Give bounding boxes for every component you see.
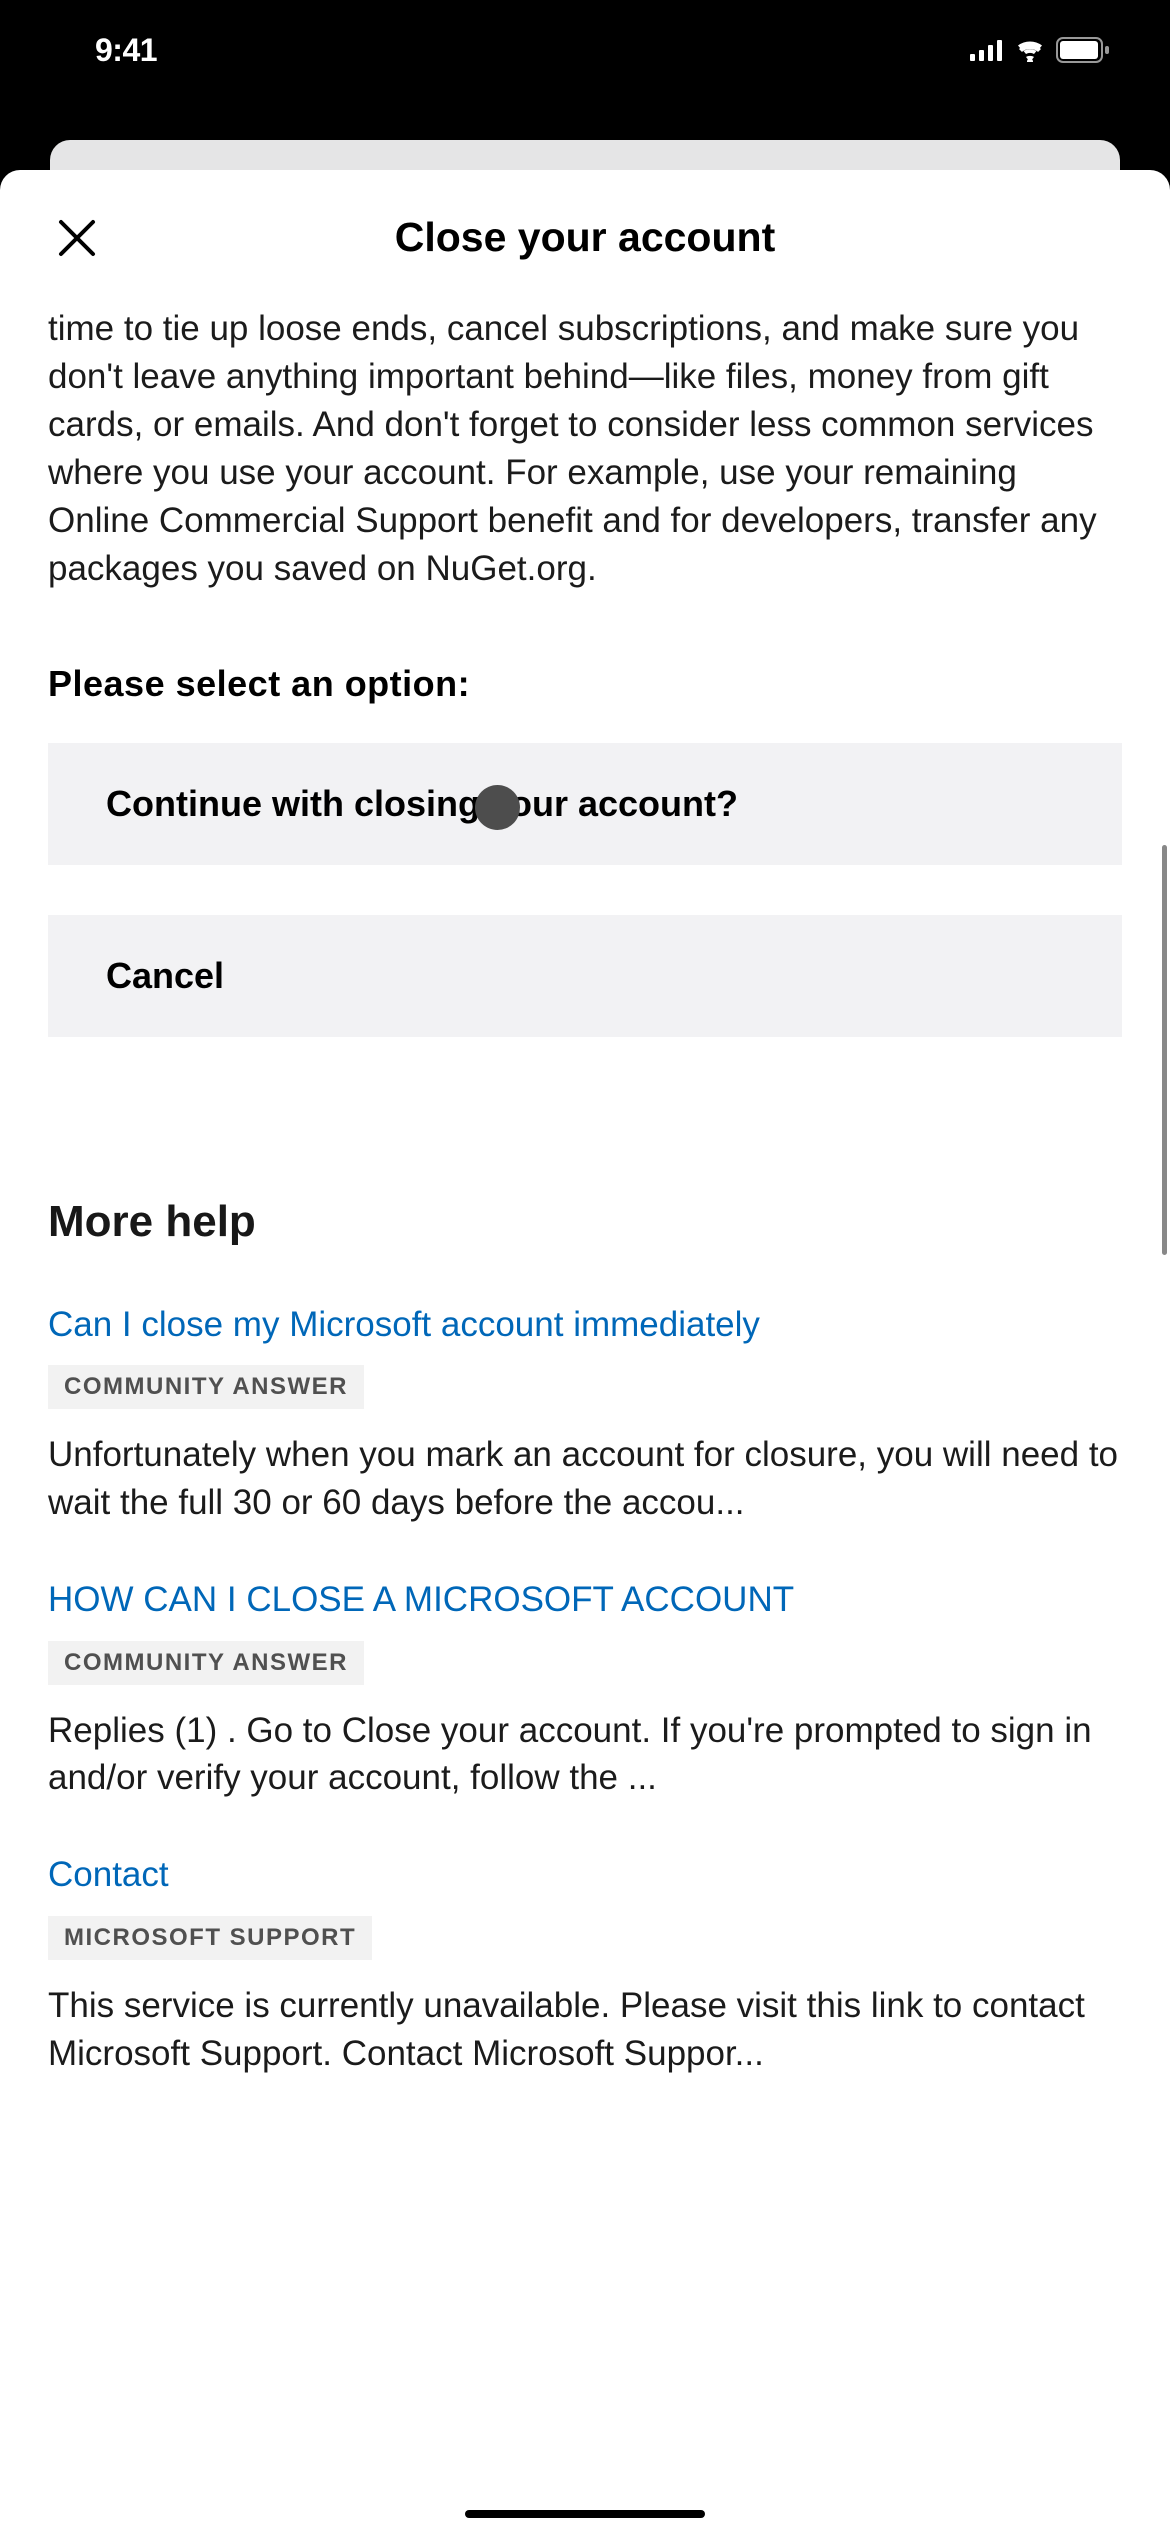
status-time: 9:41 bbox=[95, 32, 157, 69]
home-indicator[interactable] bbox=[465, 2510, 705, 2518]
modal-header: Close your account bbox=[0, 170, 1170, 305]
cursor-indicator bbox=[475, 785, 520, 830]
status-indicators bbox=[970, 37, 1110, 63]
close-icon bbox=[55, 216, 99, 260]
status-bar: 9:41 bbox=[0, 0, 1170, 100]
battery-icon bbox=[1056, 37, 1110, 63]
help-snippet: Unfortunately when you mark an account f… bbox=[48, 1431, 1122, 1527]
help-link[interactable]: Contact bbox=[48, 1852, 1122, 1898]
help-item: Contact MICROSOFT SUPPORT This service i… bbox=[48, 1852, 1122, 2077]
help-snippet: Replies (1) . Go to Close your account. … bbox=[48, 1707, 1122, 1803]
help-item: Can I close my Microsoft account immedia… bbox=[48, 1302, 1122, 1527]
cancel-button-label: Cancel bbox=[106, 955, 224, 996]
help-tag: MICROSOFT SUPPORT bbox=[48, 1916, 372, 1960]
help-link[interactable]: HOW CAN I CLOSE A MICROSOFT ACCOUNT bbox=[48, 1577, 1122, 1623]
help-tag: COMMUNITY ANSWER bbox=[48, 1365, 364, 1409]
modal-content[interactable]: time to tie up loose ends, cancel subscr… bbox=[0, 305, 1170, 2532]
more-help-heading: More help bbox=[48, 1197, 1122, 1247]
option-prompt: Please select an option: bbox=[48, 663, 1122, 705]
cancel-button[interactable]: Cancel bbox=[48, 915, 1122, 1037]
modal-title: Close your account bbox=[55, 214, 1115, 261]
help-item: HOW CAN I CLOSE A MICROSOFT ACCOUNT COMM… bbox=[48, 1577, 1122, 1802]
help-snippet: This service is currently unavailable. P… bbox=[48, 1982, 1122, 2078]
close-button[interactable] bbox=[55, 216, 99, 260]
help-tag: COMMUNITY ANSWER bbox=[48, 1641, 364, 1685]
wifi-icon bbox=[1014, 38, 1046, 62]
modal-sheet: Close your account time to tie up loose … bbox=[0, 170, 1170, 2532]
scroll-indicator[interactable] bbox=[1162, 845, 1167, 1255]
continue-button[interactable]: Continue with closing your account? bbox=[48, 743, 1122, 865]
continue-button-label: Continue with closing your account? bbox=[106, 783, 738, 824]
cellular-signal-icon bbox=[970, 39, 1004, 61]
body-paragraph: time to tie up loose ends, cancel subscr… bbox=[48, 305, 1122, 593]
help-link[interactable]: Can I close my Microsoft account immedia… bbox=[48, 1302, 1122, 1348]
